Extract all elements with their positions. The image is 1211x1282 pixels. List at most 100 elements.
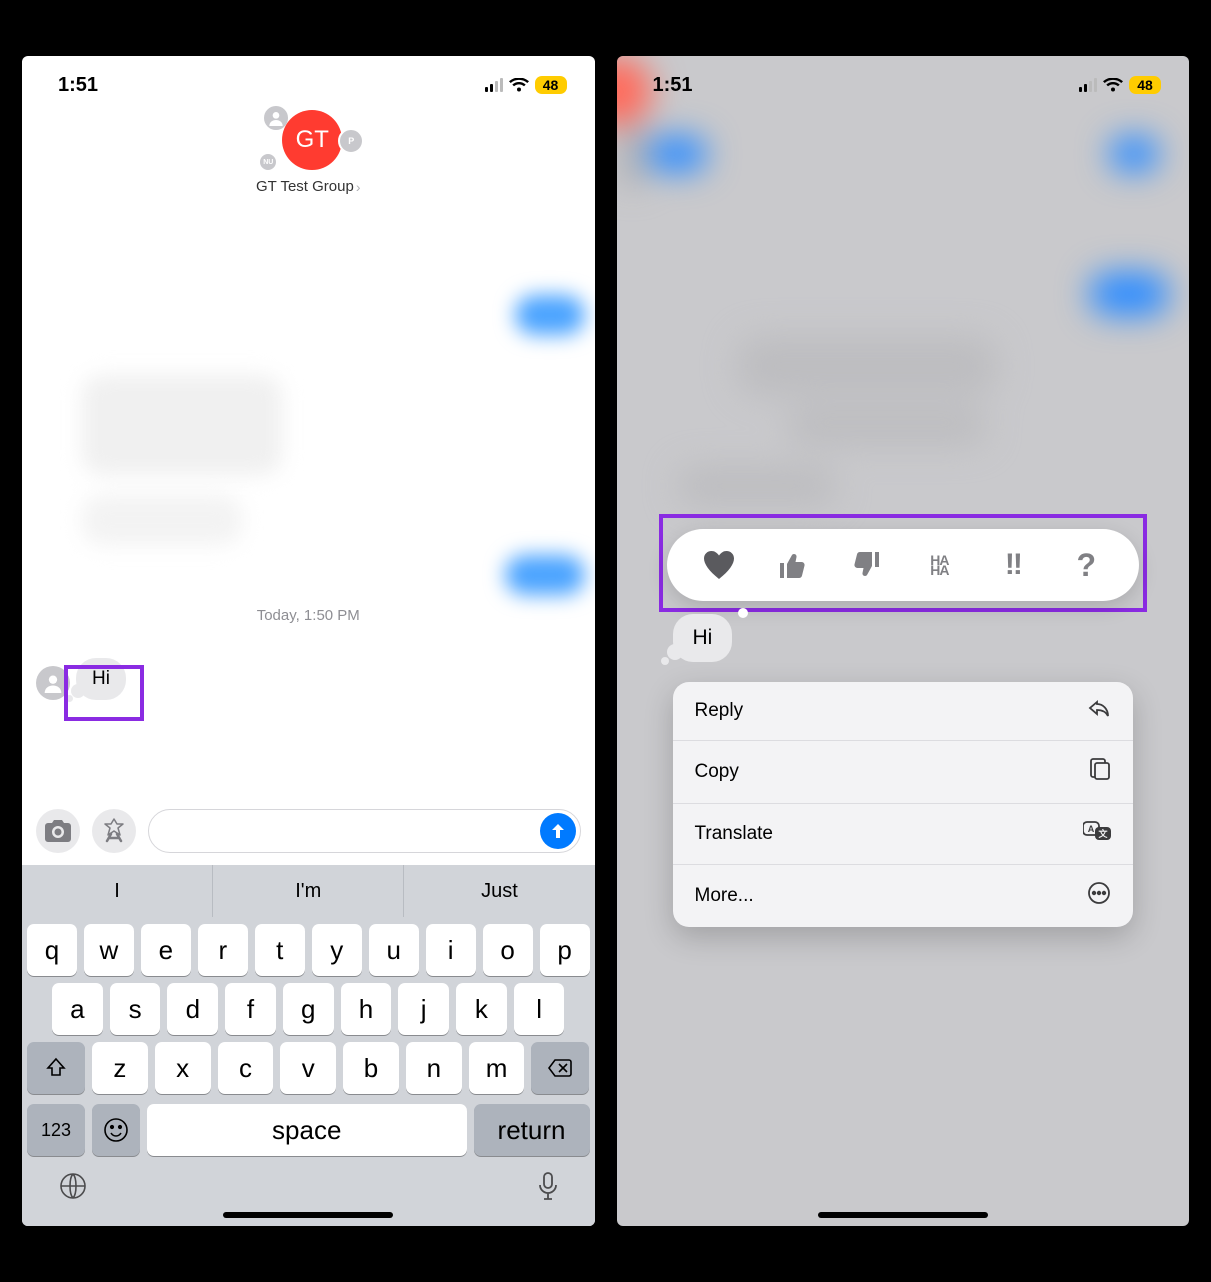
battery-level: 48 [1129,76,1161,94]
key-k[interactable]: k [456,983,507,1035]
key-t[interactable]: t [255,924,305,976]
quicktype-suggestions: I I'm Just [22,865,595,917]
globe-icon[interactable] [58,1171,88,1206]
status-time: 1:51 [58,74,98,97]
app-store-button[interactable] [92,809,136,853]
context-menu: Reply Copy Translate A文 More... [673,682,1134,927]
numbers-key[interactable]: 123 [27,1104,85,1156]
key-row-2: a s d f g h j k l [22,976,595,1035]
group-avatar-main: GT [282,110,342,170]
key-row-3: z x c v b n m [22,1035,595,1094]
send-button[interactable] [540,813,576,849]
key-l[interactable]: l [514,983,565,1035]
sender-avatar-icon[interactable] [36,666,70,700]
key-o[interactable]: o [483,924,533,976]
keyboard: I I'm Just q w e r t y u i o p a s d f g… [22,865,595,1226]
message-bubble[interactable]: Hi [76,658,126,700]
key-z[interactable]: z [92,1042,148,1094]
status-icons: 48 [485,76,567,94]
tapback-question-icon[interactable]: ? [1064,543,1108,587]
status-time: 1:51 [653,74,693,97]
camera-button[interactable] [36,809,80,853]
status-bar: 1:51 48 [22,56,595,102]
focused-message[interactable]: Hi [673,614,733,662]
space-key[interactable]: space [147,1104,467,1156]
chevron-right-icon: › [356,179,361,195]
tapback-bar: HAHA !! ? [667,529,1140,601]
screenshot-right: 1:51 48 [617,56,1190,1226]
home-indicator[interactable] [223,1212,393,1218]
suggestion[interactable]: I'm [213,865,404,917]
shift-key[interactable] [27,1042,85,1094]
translate-icon: A文 [1083,820,1111,848]
key-v[interactable]: v [280,1042,336,1094]
conversation-timestamp: Today, 1:50 PM [36,607,581,624]
key-row-1: q w e r t y u i o p [22,917,595,976]
chat-title[interactable]: GT Test Group › [256,178,361,195]
tapback-exclaim-icon[interactable]: !! [991,543,1035,587]
context-menu-reply[interactable]: Reply [673,682,1134,741]
chat-header[interactable]: GT P NU GT Test Group › [22,102,595,195]
more-icon [1087,881,1111,911]
context-menu-translate[interactable]: Translate A文 [673,804,1134,865]
dictation-icon[interactable] [537,1171,559,1206]
wifi-icon [509,78,529,93]
svg-text:文: 文 [1097,828,1108,839]
cellular-signal-icon [485,78,503,92]
message-input[interactable] [148,809,581,853]
delete-key[interactable] [531,1042,589,1094]
copy-icon [1089,757,1111,787]
key-f[interactable]: f [225,983,276,1035]
screenshot-left: 1:51 48 GT P NU GT Test Group › [22,56,595,1226]
participant-avatar-p: P [338,128,364,154]
return-key[interactable]: return [474,1104,590,1156]
key-u[interactable]: u [369,924,419,976]
key-q[interactable]: q [27,924,77,976]
message-row: Hi [36,658,581,700]
key-g[interactable]: g [283,983,334,1035]
status-icons: 48 [1079,76,1161,94]
key-i[interactable]: i [426,924,476,976]
context-menu-copy[interactable]: Copy [673,741,1134,804]
blurred-message [505,555,585,595]
blurred-message [82,375,282,475]
battery-level: 48 [535,76,567,94]
key-a[interactable]: a [52,983,103,1035]
tapback-heart-icon[interactable] [697,543,741,587]
blurred-message [82,495,242,545]
key-n[interactable]: n [406,1042,462,1094]
key-w[interactable]: w [84,924,134,976]
key-m[interactable]: m [469,1042,525,1094]
key-row-4: 123 space return [22,1094,595,1156]
suggestion[interactable]: Just [404,865,594,917]
key-j[interactable]: j [398,983,449,1035]
reply-icon [1087,698,1111,724]
key-y[interactable]: y [312,924,362,976]
blurred-message [515,295,585,335]
svg-text:A: A [1088,824,1095,834]
cellular-signal-icon [1079,78,1097,92]
suggestion[interactable]: I [22,865,213,917]
battery-icon: 48 [1129,76,1161,94]
tapback-thumbs-up-icon[interactable] [771,543,815,587]
context-menu-more[interactable]: More... [673,865,1134,927]
emoji-key[interactable] [92,1104,140,1156]
key-p[interactable]: p [540,924,590,976]
key-b[interactable]: b [343,1042,399,1094]
tapback-haha-icon[interactable]: HAHA [917,543,961,587]
status-bar: 1:51 48 [617,56,1190,102]
key-x[interactable]: x [155,1042,211,1094]
key-c[interactable]: c [218,1042,274,1094]
key-e[interactable]: e [141,924,191,976]
participant-avatar-nu: NU [258,152,278,172]
conversation-area[interactable]: Today, 1:50 PM Hi [22,195,595,799]
keyboard-bottom-row [22,1171,595,1206]
key-d[interactable]: d [167,983,218,1035]
tapback-thumbs-down-icon[interactable] [844,543,888,587]
key-h[interactable]: h [341,983,392,1035]
home-indicator[interactable] [818,1212,988,1218]
battery-icon: 48 [535,76,567,94]
key-s[interactable]: s [110,983,161,1035]
wifi-icon [1103,78,1123,93]
key-r[interactable]: r [198,924,248,976]
